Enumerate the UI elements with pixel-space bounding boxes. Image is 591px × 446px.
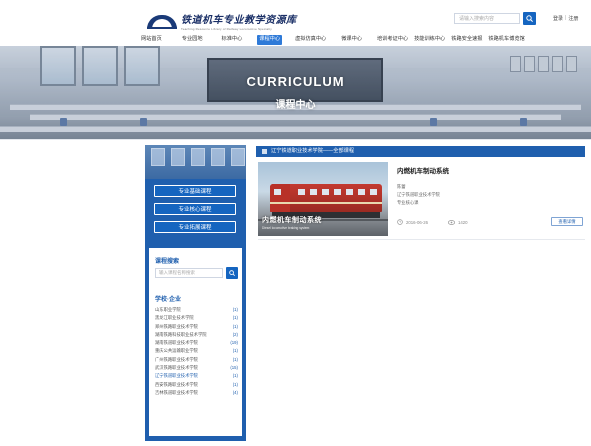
school-name: 湖南铁道职业技术学院 <box>155 340 198 346</box>
banner-chinese-title: 课程中心 <box>275 100 316 111</box>
school-name: 西安铁路职业技术学院 <box>155 381 198 387</box>
search-icon <box>526 15 533 22</box>
login-link[interactable]: 登录 <box>553 15 563 22</box>
banner-english-title: CURRICULUM <box>246 74 345 89</box>
auth-links: 登录 | 注册 <box>553 15 578 22</box>
school-item[interactable]: 湖南铁路科技职业技术学院 (2) <box>155 331 238 339</box>
nav-item-skills[interactable]: 技能训练中心 <box>412 35 447 45</box>
nav-item-major[interactable]: 专业园地 <box>180 35 205 45</box>
nav-item-training[interactable]: 培训考证中心 <box>375 35 410 45</box>
nav-item-home[interactable]: 网站首页 <box>139 35 164 45</box>
course-date: 2016-06-26 <box>406 219 428 225</box>
school-list-title: 学校·企业 <box>155 297 181 303</box>
school-item[interactable]: 广州铁路职业技术学院 (1) <box>155 356 238 364</box>
school-count: (4) <box>232 389 238 395</box>
course-sidebar: 专业基础课程 专业核心课程 专业拓展课程 课程搜索 输入课程名称搜索 学校·企业… <box>145 145 246 441</box>
category-core-button[interactable]: 专业核心课程 <box>154 203 236 215</box>
logo-emblem-icon <box>147 13 177 29</box>
school-name: 吉林铁道职业技术学院 <box>155 389 198 395</box>
sidebar-hero-image <box>145 145 246 179</box>
main-nav: 网站首页 专业园地 标准中心 课程中心 虚拟仿真中心 微课中心 培训考证中心 技… <box>139 35 527 45</box>
locomotive-illustration <box>270 184 382 212</box>
school-count: (2) <box>232 331 238 337</box>
nav-item-standards[interactable]: 标准中心 <box>220 35 245 45</box>
thumbnail-subtitle: Diesel locomotive braking system <box>262 226 310 230</box>
school-count: (1) <box>232 356 238 362</box>
school-item[interactable]: 西安铁路职业技术学院 (1) <box>155 381 238 389</box>
school-count: (1) <box>232 373 238 379</box>
site-header: 铁道机车专业教学资源库 Teaching Resource Library of… <box>0 0 591 46</box>
school-count: (15) <box>230 365 238 371</box>
category-basic-button[interactable]: 专业基础课程 <box>154 185 236 197</box>
logo-subtitle: Teaching Resource Library of Railway Loc… <box>181 27 272 31</box>
school-count: (1) <box>232 348 238 354</box>
nav-item-simulation[interactable]: 虚拟仿真中心 <box>293 35 328 45</box>
view-details-button[interactable]: 查看详情 <box>551 217 583 226</box>
course-search-input[interactable]: 输入课程名称搜索 <box>155 268 223 278</box>
school-item[interactable]: 吉林铁道职业技术学院 (4) <box>155 389 238 397</box>
school-item[interactable]: 郑州铁路职业技术学院 (1) <box>155 323 238 331</box>
school-count: (1) <box>232 381 238 387</box>
main-area: 专业基础课程 专业核心课程 专业拓展课程 课程搜索 输入课程名称搜索 学校·企业… <box>0 139 591 446</box>
search-icon <box>229 270 235 276</box>
course-thumbnail[interactable]: 内燃机车制动系统 Diesel locomotive braking syste… <box>258 162 388 236</box>
clock-icon <box>397 219 403 225</box>
course-views: 1420 <box>457 219 468 225</box>
course-card[interactable]: 内燃机车制动系统 Diesel locomotive braking syste… <box>258 162 585 240</box>
header-search-input[interactable]: 请输入搜索内容 <box>454 13 520 24</box>
hero-banner: CURRICULUM 课程中心 <box>0 46 591 139</box>
school-item[interactable]: 山东职业学院 (1) <box>155 306 238 314</box>
school-item[interactable]: 辽宁铁道职业技术学院 (1) <box>155 372 238 380</box>
school-name: 黑龙江职业技术学院 <box>155 315 194 321</box>
school-name: 郑州铁路职业技术学院 <box>155 323 198 329</box>
auth-separator: | <box>565 15 567 21</box>
category-extended-button[interactable]: 专业拓展课程 <box>154 221 236 233</box>
register-link[interactable]: 注册 <box>568 15 578 22</box>
school-item[interactable]: 重庆公共运输职业学院 (1) <box>155 347 238 355</box>
breadcrumb-text: 辽宁铁道职业技术学院——全部课程 <box>271 148 355 154</box>
course-teacher: 陈蕾 <box>397 184 406 189</box>
course-search-button[interactable] <box>226 267 238 279</box>
school-item[interactable]: 黑龙江职业技术学院 (1) <box>155 314 238 322</box>
course-school: 辽宁铁道职业技术学院 <box>397 192 440 197</box>
section-divider <box>0 139 591 140</box>
school-count: (1) <box>232 315 238 321</box>
course-stats: 2016-06-26 1420 <box>397 219 468 225</box>
crumb-square-icon <box>262 149 267 154</box>
school-list: 山东职业学院 (1) 黑龙江职业技术学院 (1) 郑州铁路职业技术学院 (1) 湖南铁路科技… <box>155 306 238 397</box>
school-name: 重庆公共运输职业学院 <box>155 348 198 354</box>
course-title[interactable]: 内燃机车制动系统 <box>397 165 449 175</box>
eye-icon <box>447 219 455 225</box>
school-count: (1) <box>232 323 238 329</box>
thumbnail-title: 内燃机车制动系统 <box>262 217 322 224</box>
school-name: 山东职业学院 <box>155 307 181 312</box>
header-search-button[interactable] <box>523 12 536 25</box>
school-item[interactable]: 湖南铁道职业技术学院 (19) <box>155 339 238 347</box>
banner-overlay <box>0 46 591 139</box>
school-name: 辽宁铁道职业技术学院 <box>155 373 198 379</box>
nav-item-microcourse[interactable]: 微课中心 <box>339 35 364 45</box>
school-count: (19) <box>230 340 238 346</box>
school-item[interactable]: 武汉铁路职业技术学院 (15) <box>155 364 238 372</box>
course-search-title: 课程搜索 <box>155 259 180 265</box>
school-name: 武汉铁路职业技术学院 <box>155 365 198 371</box>
nav-item-museum[interactable]: 铁路机车博览馆 <box>486 35 526 45</box>
sidebar-search-panel: 课程搜索 输入课程名称搜索 学校·企业 山东职业学院 (1) 黑龙江职业技术学院 (1… <box>149 248 242 436</box>
logo-title: 铁道机车专业教学资源库 <box>181 15 297 26</box>
school-count: (1) <box>232 307 238 312</box>
course-category: 专业核心课 <box>397 200 419 205</box>
site-logo[interactable]: 铁道机车专业教学资源库 Teaching Resource Library of… <box>147 10 297 32</box>
breadcrumb: 辽宁铁道职业技术学院——全部课程 <box>256 146 585 157</box>
nav-item-courses[interactable]: 课程中心 <box>257 35 283 45</box>
school-name: 湖南铁路科技职业技术学院 <box>155 331 207 337</box>
nav-item-safety[interactable]: 铁路安全速报 <box>449 35 484 45</box>
school-name: 广州铁路职业技术学院 <box>155 356 198 362</box>
